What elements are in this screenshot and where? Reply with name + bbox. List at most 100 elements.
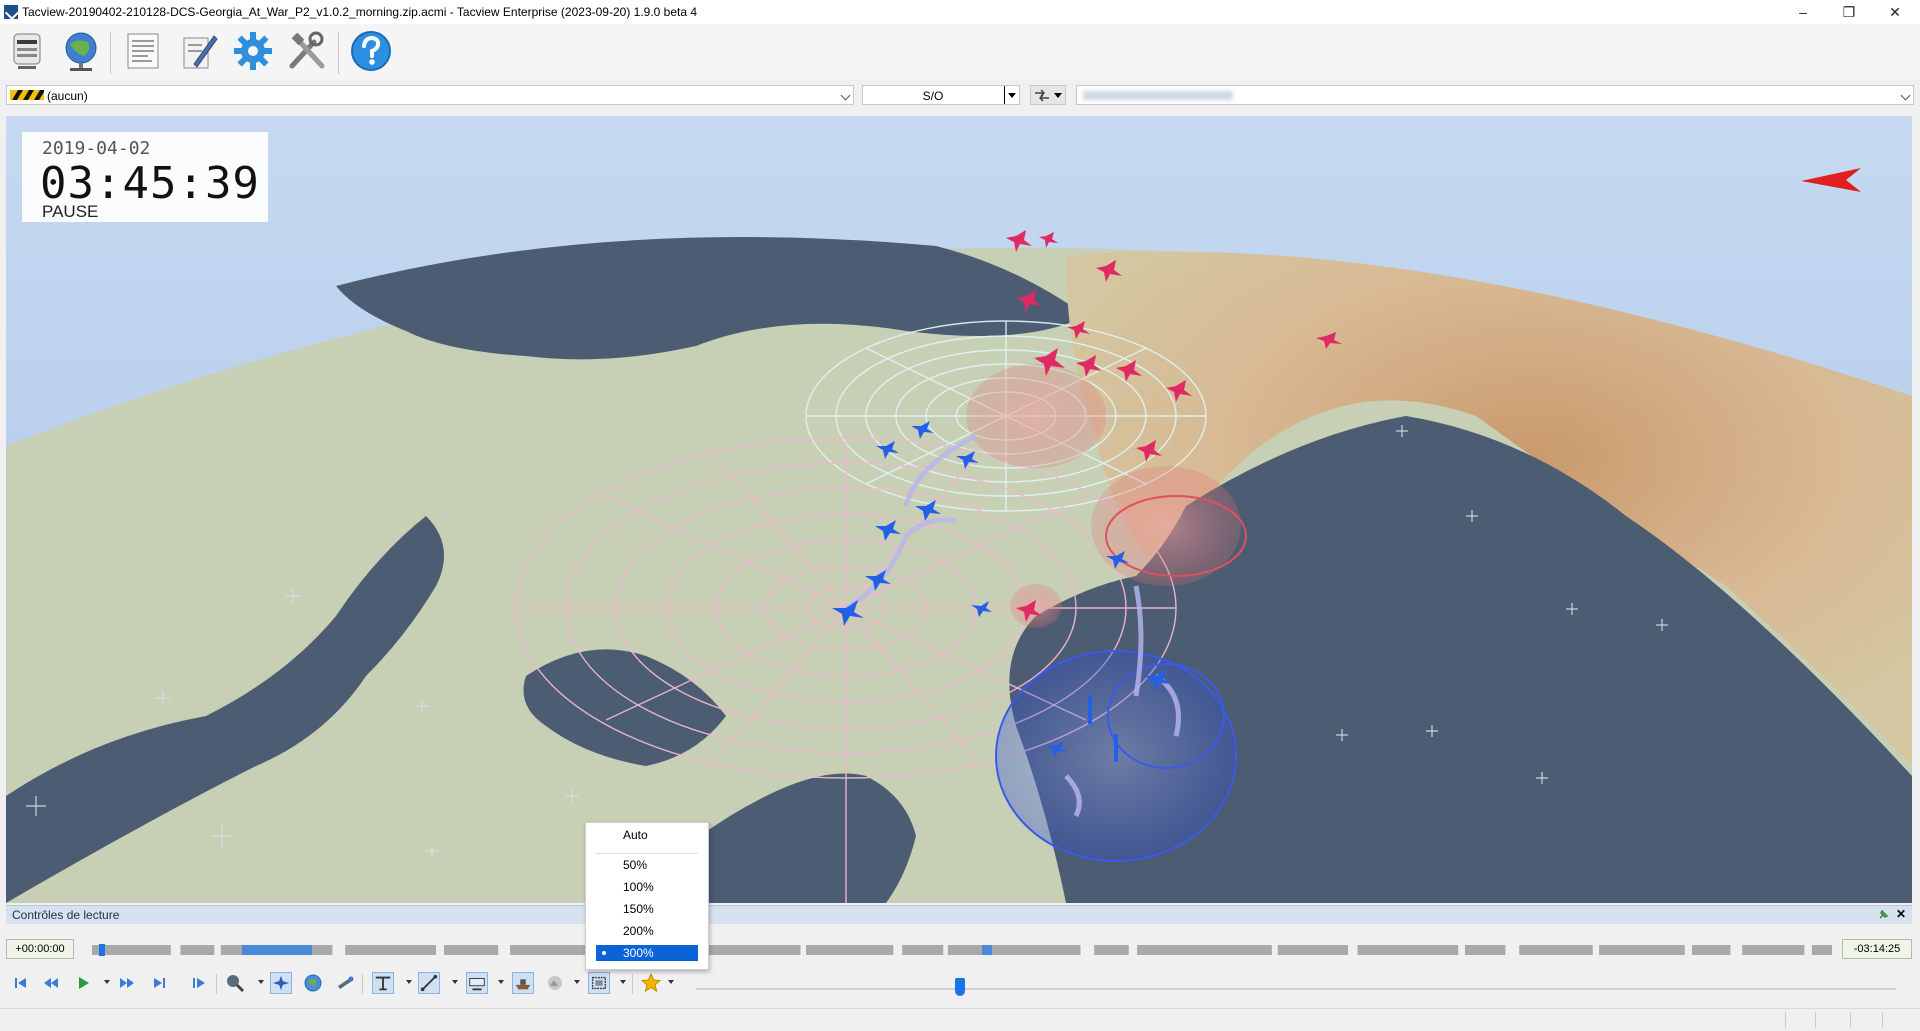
toolbar-separator	[632, 974, 633, 994]
edit-pen-icon[interactable]	[176, 28, 222, 74]
timeline-segment	[806, 945, 894, 955]
timeline-segment	[1519, 945, 1593, 955]
menu-item-150[interactable]: 150%	[596, 901, 698, 917]
toolbar-separator	[338, 32, 339, 74]
chevron-down-icon[interactable]	[104, 980, 110, 984]
zoom-scale-button[interactable]	[588, 972, 610, 994]
timeline-segment	[1692, 945, 1731, 955]
chevron-down-icon[interactable]	[258, 980, 264, 984]
window-title: Tacview-20190402-210128-DCS-Georgia_At_W…	[22, 5, 698, 19]
relative-view-value: S/O	[922, 89, 944, 103]
timeline-event-segment	[982, 945, 992, 955]
timeline-segment	[1464, 945, 1506, 955]
terrain-tool-button[interactable]	[544, 972, 566, 994]
chevron-down-icon	[1054, 93, 1062, 98]
close-panel-icon[interactable]: ✕	[1896, 907, 1906, 921]
camera-zoom-icon[interactable]	[224, 972, 246, 994]
rewind-button[interactable]	[40, 972, 62, 994]
relative-view-combo[interactable]: S/O	[862, 85, 1020, 105]
3d-viewport[interactable]: 2019-04-02 03:45:39 PAUSE	[6, 116, 1912, 903]
target-selector-combo[interactable]	[1076, 85, 1914, 105]
menu-item-auto[interactable]: Auto	[596, 827, 698, 843]
chevron-down-icon[interactable]	[620, 980, 626, 984]
menu-item-label: Auto	[623, 828, 648, 842]
menu-item-label: 50%	[623, 858, 648, 872]
timeline-segment	[699, 945, 801, 955]
pin-icon[interactable]	[1878, 909, 1889, 919]
globe-view-button[interactable]	[302, 972, 324, 994]
chevron-down-icon[interactable]	[574, 980, 580, 984]
timeline-track[interactable]	[92, 944, 1832, 956]
toolbar-separator	[110, 32, 111, 74]
play-button[interactable]	[72, 972, 94, 994]
ship-tool-button[interactable]	[512, 972, 534, 994]
globe-network-icon[interactable]	[58, 28, 104, 74]
skip-to-end-button[interactable]	[148, 972, 170, 994]
chevron-down-icon[interactable]	[452, 980, 458, 984]
tools-icon[interactable]	[284, 28, 330, 74]
timeline-segment	[1742, 945, 1805, 955]
menu-item-100[interactable]: 100%	[596, 879, 698, 895]
menu-item-label: 150%	[623, 902, 654, 916]
gear-icon[interactable]	[230, 28, 276, 74]
start-time-box: +00:00:00	[6, 939, 74, 959]
skip-to-start-button[interactable]	[10, 972, 32, 994]
red-threat-dome	[966, 364, 1106, 468]
aircraft-view-button[interactable]	[270, 972, 292, 994]
status-divider	[1850, 1012, 1851, 1028]
panel-title: Contrôles de lecture	[12, 908, 120, 922]
chevron-down-icon	[1900, 90, 1911, 101]
playback-speed-track[interactable]	[696, 988, 1896, 990]
selection-bar: (aucun) S/O	[0, 82, 1920, 110]
storage-icon[interactable]	[4, 28, 50, 74]
red-threat-dome	[1010, 584, 1062, 628]
playback-speed-slider[interactable]	[955, 978, 965, 996]
timeline-event-segment	[287, 945, 312, 955]
timeline-cursor[interactable]	[98, 944, 105, 956]
help-icon[interactable]	[348, 28, 394, 74]
zoom-dropdown-menu: Auto 50% 100% 150% 200% 300%	[585, 822, 709, 970]
chevron-down-icon[interactable]	[668, 980, 674, 984]
star-bookmark-icon[interactable]	[640, 972, 662, 994]
menu-item-200[interactable]: 200%	[596, 923, 698, 939]
object-selector-combo[interactable]: (aucun)	[6, 85, 854, 105]
tacview-app-icon	[4, 5, 18, 19]
chevron-down-icon[interactable]	[406, 980, 412, 984]
telescope-button[interactable]	[334, 972, 356, 994]
toolbar-separator	[362, 974, 363, 994]
maximize-button[interactable]: ❐	[1826, 0, 1872, 24]
time-overlay: 2019-04-02 03:45:39 PAUSE	[22, 132, 268, 222]
timeline-segment	[1137, 945, 1272, 955]
end-time-box: -03:14:25	[1842, 939, 1912, 959]
globe-scene	[6, 116, 1912, 903]
altitude-tool-button[interactable]	[372, 972, 394, 994]
minimize-button[interactable]: –	[1780, 0, 1826, 24]
step-forward-button[interactable]	[188, 972, 210, 994]
title-bar: Tacview-20190402-210128-DCS-Georgia_At_W…	[0, 0, 1920, 24]
menu-item-50[interactable]: 50%	[596, 857, 698, 873]
menu-item-300[interactable]: 300%	[596, 945, 698, 961]
timeline-segment	[1094, 945, 1129, 955]
toolbar-separator	[216, 974, 217, 994]
document-icon[interactable]	[120, 28, 166, 74]
redacted-target-name	[1083, 91, 1233, 100]
timeline-segment	[180, 945, 215, 955]
timeline-event-segment	[242, 945, 292, 955]
ruler-tool-button[interactable]	[418, 972, 440, 994]
chevron-down-icon	[840, 90, 851, 101]
playback-state: PAUSE	[42, 202, 99, 221]
status-divider	[1815, 1012, 1816, 1028]
timeline-segment	[444, 945, 499, 955]
status-divider	[1882, 1012, 1883, 1028]
menu-item-label: 100%	[623, 880, 654, 894]
fast-forward-button[interactable]	[116, 972, 138, 994]
chevron-down-icon[interactable]	[498, 980, 504, 984]
timeline-segment	[345, 945, 436, 955]
link-objects-button[interactable]	[1030, 85, 1066, 105]
status-divider	[1785, 1012, 1786, 1028]
recording-date: 2019-04-02	[42, 138, 151, 159]
close-button[interactable]: ✕	[1872, 0, 1918, 24]
menu-item-label: 300%	[623, 946, 654, 960]
playback-panel-header: Contrôles de lecture ✕	[6, 905, 1912, 924]
label-tool-button[interactable]	[466, 972, 488, 994]
